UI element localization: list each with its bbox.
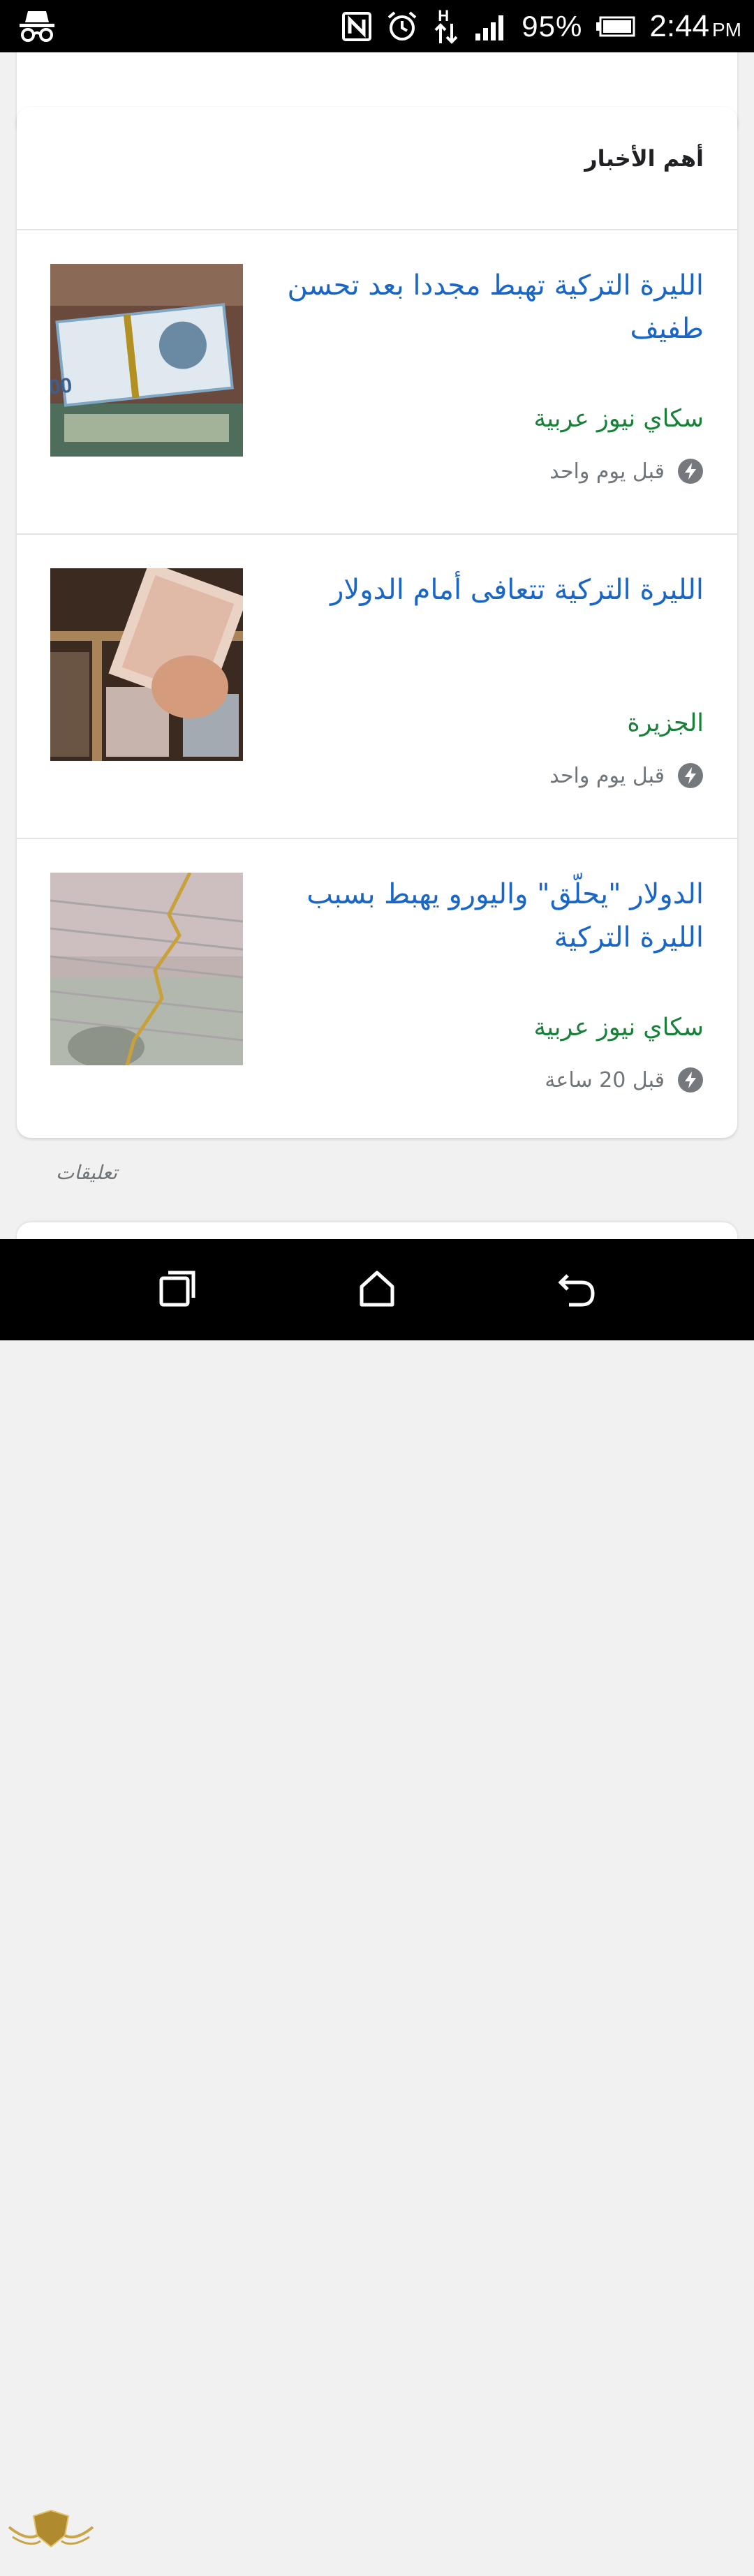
news-item[interactable]: الدولار "يحلّق" واليورو يهبط بسبب الليرة… <box>17 839 737 1142</box>
amp-bolt-icon <box>678 1067 703 1093</box>
data-transfer-icon: H <box>432 7 460 45</box>
back-icon <box>558 1274 595 1307</box>
status-bar: H 95% 2:44 PM <box>0 0 754 52</box>
top-news-header: أهم الأخبار <box>17 107 737 230</box>
news-thumbnail[interactable] <box>50 568 243 761</box>
news-item[interactable]: 100 الليرة التركية تهبط مجددا بعد تحسن ط… <box>17 230 737 535</box>
back-button[interactable] <box>555 1267 597 1309</box>
next-card <box>17 1222 737 1239</box>
amp-bolt-icon <box>678 459 703 484</box>
svg-text:100: 100 <box>50 374 73 401</box>
news-time: قبل 20 ساعة <box>545 1067 665 1093</box>
recents-icon <box>159 1271 195 1307</box>
news-source: سكاي نيوز عربية <box>533 1014 704 1042</box>
search-results[interactable]: أهم الأخبار 100 الليرة التركية تهبط مجدد… <box>0 52 754 1239</box>
news-thumbnail[interactable]: 100 <box>50 264 243 457</box>
news-time: قبل يوم واحد <box>549 459 665 484</box>
amp-bolt-icon <box>678 763 703 788</box>
news-source: سكاي نيوز عربية <box>533 405 704 433</box>
news-source: الجزيرة <box>627 709 704 737</box>
navigation-bar <box>0 1239 754 2548</box>
battery-icon <box>596 16 635 36</box>
signal-icon <box>475 15 504 40</box>
news-thumbnail[interactable] <box>50 873 243 1065</box>
news-time: قبل يوم واحد <box>549 763 665 788</box>
comments-link[interactable]: تعليقات <box>56 1161 117 1184</box>
forum-logo <box>6 2506 96 2576</box>
nfc-icon <box>342 11 372 41</box>
battery-percent: 95% <box>522 9 583 43</box>
home-button[interactable] <box>356 1267 398 1309</box>
alarm-icon <box>387 10 417 40</box>
news-headline[interactable]: الدولار "يحلّق" واليورو يهبط بسبب الليرة… <box>271 873 704 959</box>
news-meta: قبل يوم واحد <box>549 458 704 484</box>
home-icon <box>360 1271 394 1307</box>
top-news-card: أهم الأخبار 100 الليرة التركية تهبط مجدد… <box>17 107 737 1138</box>
news-meta: قبل يوم واحد <box>549 762 704 789</box>
top-news-title: أهم الأخبار <box>584 145 704 172</box>
clock: 2:44 PM <box>649 8 741 43</box>
recents-button[interactable] <box>157 1267 199 1309</box>
news-headline[interactable]: الليرة التركية تهبط مجددا بعد تحسن طفيف <box>271 264 704 350</box>
incognito-icon <box>18 8 56 45</box>
news-item[interactable]: الليرة التركية تتعافى أمام الدولار الجزي… <box>17 535 737 839</box>
news-meta: قبل 20 ساعة <box>545 1067 704 1093</box>
news-headline[interactable]: الليرة التركية تتعافى أمام الدولار <box>271 568 704 612</box>
